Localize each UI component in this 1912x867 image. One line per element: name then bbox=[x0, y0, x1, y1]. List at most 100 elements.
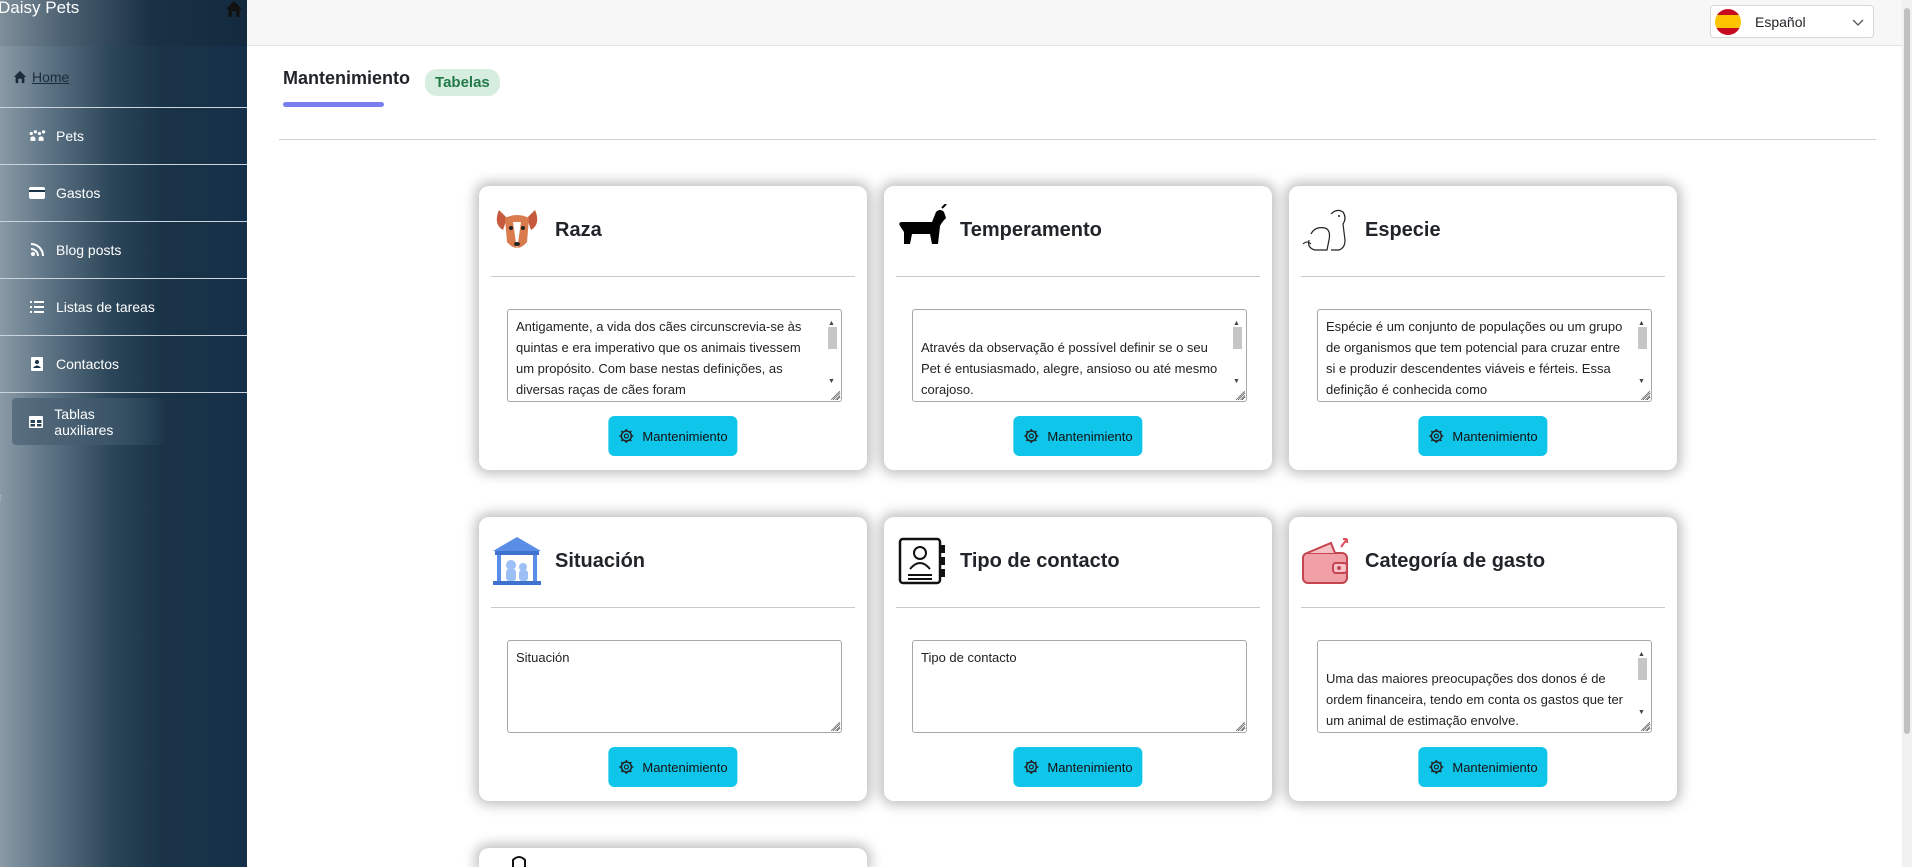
card-tipo-de-contacto: Tipo de contacto Tipo de contacto Manten… bbox=[884, 517, 1272, 801]
contact-book-icon bbox=[896, 535, 948, 587]
card-divider bbox=[491, 607, 855, 608]
card-divider bbox=[896, 276, 1260, 277]
mantenimiento-button[interactable]: Mantenimiento bbox=[1418, 747, 1548, 787]
tabs: Mantenimiento Tabelas bbox=[283, 68, 500, 107]
description-textarea[interactable]: Tipo de contacto bbox=[912, 640, 1247, 733]
list-icon bbox=[28, 299, 46, 315]
description-textarea[interactable]: Espécie é um conjunto de populações ou u… bbox=[1317, 309, 1652, 402]
description-text: Espécie é um conjunto de populações ou u… bbox=[1326, 319, 1623, 397]
sidebar-item-label: Pets bbox=[56, 128, 85, 144]
sidebar: Daisy Pets Home Pets Gastos Blog posts L… bbox=[0, 0, 247, 867]
pet-outline-icon bbox=[1301, 204, 1353, 256]
table-icon bbox=[28, 414, 44, 430]
dog-face-icon bbox=[491, 204, 543, 256]
spain-flag-icon bbox=[1715, 8, 1741, 35]
brand-name: Daisy Pets bbox=[0, 0, 80, 17]
topbar: Español bbox=[247, 0, 1902, 46]
gear-icon bbox=[1429, 429, 1444, 443]
chevron-down-icon bbox=[1852, 19, 1864, 26]
resize-grip-icon[interactable] bbox=[831, 722, 840, 731]
textarea-scrollbar[interactable]: ▲ ▼ bbox=[826, 313, 838, 398]
sidebar-item-label: Blog posts bbox=[56, 242, 122, 258]
sidebar-home-label: Home bbox=[32, 68, 70, 85]
language-select[interactable]: Español bbox=[1710, 5, 1874, 38]
card-title: Tipo de contacto bbox=[960, 549, 1120, 572]
card-temperamento: Temperamento Através da observação é pos… bbox=[884, 186, 1272, 470]
card-situacion: Situación Situación Mantenimiento bbox=[479, 517, 867, 801]
pet-shelter-icon bbox=[491, 535, 543, 587]
tabs-divider bbox=[279, 139, 1876, 140]
card-title: Categoría de gasto bbox=[1365, 549, 1546, 572]
description-textarea[interactable]: Através da observação é possível definir… bbox=[912, 309, 1247, 402]
contact-icon bbox=[28, 356, 46, 372]
card-divider bbox=[1301, 607, 1665, 608]
home-icon bbox=[13, 70, 27, 83]
gear-icon bbox=[619, 760, 634, 774]
description-text: Uma das maiores preocupações dos donos é… bbox=[1326, 671, 1624, 728]
resize-grip-icon[interactable] bbox=[1236, 722, 1245, 731]
card-divider bbox=[1301, 276, 1665, 277]
sidebar-item-contactos[interactable]: Contactos bbox=[0, 336, 247, 393]
card-title: Especie bbox=[1365, 218, 1441, 241]
card-partial bbox=[479, 848, 867, 867]
gear-icon bbox=[1024, 760, 1039, 774]
resize-grip-icon[interactable] bbox=[1641, 391, 1650, 400]
description-text: Através da observação é possível definir… bbox=[921, 340, 1218, 397]
scrollbar-thumb[interactable] bbox=[1904, 8, 1910, 734]
resize-grip-icon[interactable] bbox=[1236, 391, 1245, 400]
card-title: Temperamento bbox=[960, 218, 1102, 241]
sidebar-item-label: Gastos bbox=[56, 185, 101, 201]
brand-bar: Daisy Pets bbox=[0, 0, 247, 46]
rss-icon bbox=[28, 242, 46, 258]
active-item-highlight: Tablas auxiliares bbox=[12, 398, 164, 445]
card-title: Situación bbox=[555, 549, 646, 572]
button-label: Mantenimiento bbox=[1047, 759, 1133, 775]
page-scrollbar[interactable] bbox=[1902, 0, 1912, 867]
sidebar-item-tablas-auxiliares[interactable]: Tablas auxiliares bbox=[0, 393, 247, 450]
mantenimiento-button[interactable]: Mantenimiento bbox=[608, 416, 738, 456]
resize-grip-icon[interactable] bbox=[1641, 722, 1650, 731]
card-especie: Especie Espécie é um conjunto de populaç… bbox=[1289, 186, 1677, 470]
home-icon[interactable] bbox=[225, 0, 243, 18]
sidebar-item-label: Contactos bbox=[56, 356, 120, 372]
description-text: Situación bbox=[516, 650, 570, 665]
card-categoria-de-gasto: Categoría de gasto Uma das maiores preoc… bbox=[1289, 517, 1677, 801]
gear-icon bbox=[619, 429, 634, 443]
mantenimiento-button[interactable]: Mantenimiento bbox=[1013, 416, 1143, 456]
description-textarea[interactable]: Uma das maiores preocupações dos donos é… bbox=[1317, 640, 1652, 733]
button-label: Mantenimiento bbox=[642, 759, 728, 775]
tab-mantenimiento[interactable]: Mantenimiento bbox=[283, 68, 410, 107]
textarea-scrollbar[interactable]: ▲ ▼ bbox=[1231, 313, 1243, 398]
collapse-arrow-icon[interactable]: ‹ bbox=[0, 492, 1, 503]
resize-grip-icon[interactable] bbox=[831, 391, 840, 400]
sidebar-item-label: Listas de tareas bbox=[56, 299, 155, 315]
mantenimiento-button[interactable]: Mantenimiento bbox=[608, 747, 738, 787]
sidebar-item-label: Tablas auxiliares bbox=[54, 405, 114, 438]
partial-card-icon bbox=[512, 856, 526, 867]
sidebar-home-link[interactable]: Home bbox=[0, 46, 247, 108]
button-label: Mantenimiento bbox=[1047, 428, 1133, 444]
button-label: Mantenimiento bbox=[1452, 759, 1538, 775]
mantenimiento-button[interactable]: Mantenimiento bbox=[1013, 747, 1143, 787]
card-divider bbox=[491, 276, 855, 277]
sidebar-item-pets[interactable]: Pets bbox=[0, 108, 247, 165]
mantenimiento-button[interactable]: Mantenimiento bbox=[1418, 416, 1548, 456]
tab-tabelas-badge[interactable]: Tabelas bbox=[425, 69, 500, 96]
sidebar-item-listas-de-tareas[interactable]: Listas de tareas bbox=[0, 279, 247, 336]
button-label: Mantenimiento bbox=[1452, 428, 1538, 444]
sidebar-item-blog-posts[interactable]: Blog posts bbox=[0, 222, 247, 279]
description-textarea[interactable]: Situación bbox=[507, 640, 842, 733]
wallet-icon bbox=[1301, 535, 1353, 587]
textarea-scrollbar[interactable]: ▲ ▼ bbox=[1636, 313, 1648, 398]
sidebar-item-gastos[interactable]: Gastos bbox=[0, 165, 247, 222]
paw-icon bbox=[28, 128, 46, 144]
card-divider bbox=[896, 607, 1260, 608]
description-textarea[interactable]: Antigamente, a vida dos cães circunscrev… bbox=[507, 309, 842, 402]
card-raza: Raza Antigamente, a vida dos cães circun… bbox=[479, 186, 867, 470]
textarea-scrollbar[interactable]: ▲ ▼ bbox=[1636, 644, 1648, 729]
gear-icon bbox=[1024, 429, 1039, 443]
dog-silhouette-icon bbox=[896, 204, 948, 256]
language-label: Español bbox=[1755, 13, 1806, 30]
button-label: Mantenimiento bbox=[642, 428, 728, 444]
gear-icon bbox=[1429, 760, 1444, 774]
